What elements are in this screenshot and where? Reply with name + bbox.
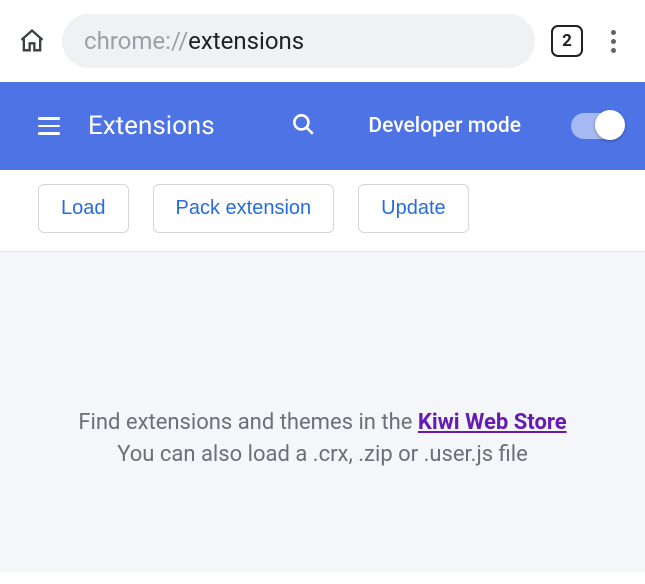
pack-extension-button[interactable]: Pack extension	[153, 184, 335, 233]
empty-state-line1: Find extensions and themes in the Kiwi W…	[0, 407, 645, 439]
page-title: Extensions	[88, 111, 215, 141]
overflow-menu-icon[interactable]	[599, 30, 627, 53]
app-header: Extensions Developer mode	[0, 82, 645, 170]
empty-state-line2: You can also load a .crx, .zip or .user.…	[0, 439, 645, 471]
tab-count: 2	[562, 31, 572, 51]
omnibox[interactable]: chrome://extensions	[62, 14, 535, 68]
load-button[interactable]: Load	[38, 184, 129, 233]
developer-mode-label: Developer mode	[368, 114, 521, 138]
empty-state: Find extensions and themes in the Kiwi W…	[0, 252, 645, 572]
menu-icon[interactable]	[38, 117, 60, 135]
home-icon[interactable]	[18, 27, 46, 55]
omnibox-scheme: chrome://	[84, 27, 188, 55]
tab-count-button[interactable]: 2	[551, 25, 583, 57]
developer-mode-toggle[interactable]	[571, 113, 623, 139]
update-button[interactable]: Update	[358, 184, 469, 233]
action-toolbar: Load Pack extension Update	[0, 170, 645, 251]
web-store-link[interactable]: Kiwi Web Store	[418, 410, 567, 435]
search-icon[interactable]	[290, 111, 316, 141]
omnibox-path: extensions	[188, 27, 304, 55]
browser-toolbar: chrome://extensions 2	[0, 0, 645, 82]
